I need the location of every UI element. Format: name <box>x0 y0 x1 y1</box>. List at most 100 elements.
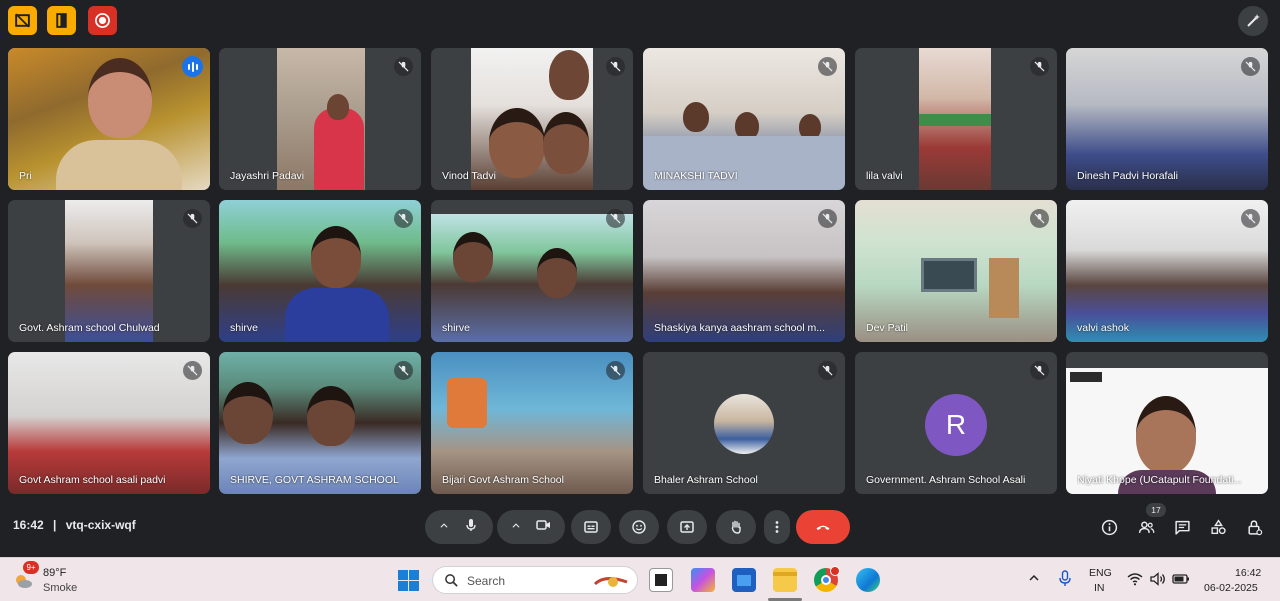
file-explorer-icon[interactable] <box>773 568 797 592</box>
mic-control-group[interactable] <box>425 510 493 544</box>
participant-name: SHIRVE, GOVT ASHRAM SCHOOL <box>230 474 399 486</box>
participant-name: Govt Ashram school asali padvi <box>19 474 166 486</box>
task-view-icon[interactable] <box>649 568 673 592</box>
participant-tile[interactable]: valvi ashok <box>1066 200 1268 342</box>
language-code[interactable]: ENG <box>1089 567 1112 579</box>
participant-tile[interactable]: R Government. Ashram School Asali <box>855 352 1057 494</box>
wall-banner <box>919 114 991 126</box>
participant-tile[interactable]: lila valvi <box>855 48 1057 190</box>
participant-name: lila valvi <box>866 170 903 182</box>
mic-off-icon <box>818 361 837 380</box>
activities-icon[interactable] <box>1208 517 1228 537</box>
participant-tile[interactable]: MINAKSHI TADVI <box>643 48 845 190</box>
hang-up-icon <box>816 525 830 530</box>
notification-dot <box>830 566 840 576</box>
chevron-up-icon[interactable] <box>439 518 449 536</box>
participant-tile[interactable]: Govt. Ashram school Chulwad <box>8 200 210 342</box>
captions-button[interactable] <box>571 510 611 544</box>
people-icon[interactable] <box>1136 517 1156 537</box>
participant-count-badge: 17 <box>1146 503 1166 517</box>
tray-chevron-up-icon[interactable] <box>1028 571 1040 589</box>
participant-tile[interactable]: Jayashri Padavi <box>219 48 421 190</box>
windows-start-icon[interactable] <box>398 570 419 591</box>
mic-off-icon <box>818 57 837 76</box>
present-screen-icon <box>680 521 694 533</box>
store-icon[interactable] <box>732 568 756 592</box>
host-controls-lock-icon[interactable] <box>1244 517 1264 537</box>
person-figure <box>683 102 709 132</box>
person-figure <box>88 58 152 138</box>
classroom-screen <box>921 258 977 292</box>
clock-time[interactable]: 16:42 <box>1235 567 1261 579</box>
camera-control-group[interactable] <box>497 510 565 544</box>
edge-icon[interactable] <box>856 568 880 592</box>
participant-tile[interactable]: shirve <box>431 200 633 342</box>
participant-tile[interactable]: Vinod Tadvi <box>431 48 633 190</box>
participant-tile[interactable]: SHIRVE, GOVT ASHRAM SCHOOL <box>219 352 421 494</box>
participant-name: Vinod Tadvi <box>442 170 496 182</box>
pen-sparkle-icon[interactable] <box>1238 6 1268 36</box>
microphone-tray-icon[interactable] <box>1058 570 1072 592</box>
participant-name: Pri <box>19 170 32 182</box>
participant-tile[interactable]: Bhaler Ashram School <box>643 352 845 494</box>
weather-desc: Smoke <box>43 582 78 594</box>
person-figure <box>311 226 361 288</box>
mic-off-icon <box>1241 209 1260 228</box>
microphone-icon[interactable] <box>463 517 479 538</box>
logo-icon <box>1070 372 1102 382</box>
captions-icon <box>584 521 598 533</box>
record-icon[interactable] <box>88 6 117 35</box>
taskbar-search[interactable]: Search <box>432 566 638 594</box>
participant-video <box>8 352 210 494</box>
meeting-info: 16:42 | vtq-cxix-wqf <box>13 518 136 532</box>
emoji-icon <box>632 520 646 534</box>
chat-icon[interactable] <box>1172 517 1192 537</box>
mic-off-icon <box>606 209 625 228</box>
participant-tile[interactable]: Pri <box>8 48 210 190</box>
participant-tile[interactable]: Bijari Govt Ashram School <box>431 352 633 494</box>
person-body <box>285 288 389 342</box>
participant-name: Dinesh Padvi Horafali <box>1077 170 1178 182</box>
leave-call-button[interactable] <box>796 510 850 544</box>
person-body <box>56 140 182 190</box>
participant-name: MINAKSHI TADVI <box>654 170 738 182</box>
mic-off-icon <box>1030 209 1049 228</box>
person-figure <box>307 386 355 446</box>
raise-hand-button[interactable] <box>716 510 756 544</box>
participant-name: shirve <box>442 322 471 334</box>
mic-off-icon <box>1030 57 1049 76</box>
copilot-icon[interactable] <box>691 568 715 592</box>
mic-off-icon <box>394 57 413 76</box>
battery-icon[interactable] <box>1172 572 1190 591</box>
mic-off-icon <box>818 209 837 228</box>
participant-name: Jayashri Padavi <box>230 170 305 182</box>
door-icon[interactable] <box>47 6 76 35</box>
present-button[interactable] <box>667 510 707 544</box>
info-icon[interactable] <box>1099 517 1119 537</box>
participant-tile[interactable]: Dev Patil <box>855 200 1057 342</box>
language-region: IN <box>1094 582 1105 594</box>
meeting-code: vtq-cxix-wqf <box>65 518 136 532</box>
top-bar <box>0 0 1280 44</box>
camera-icon[interactable] <box>535 517 551 538</box>
person-figure <box>549 50 589 100</box>
participant-tile[interactable]: Govt Ashram school asali padvi <box>8 352 210 494</box>
participant-tile[interactable]: Dinesh Padvi Horafali <box>1066 48 1268 190</box>
chevron-up-icon[interactable] <box>511 518 521 536</box>
person-figure <box>453 232 493 282</box>
participant-tile[interactable]: Niyati Khope (UCatapult Foundati... <box>1066 352 1268 494</box>
separator: | <box>53 518 57 532</box>
more-options-button[interactable] <box>764 510 790 544</box>
wifi-icon[interactable] <box>1127 572 1143 591</box>
mic-off-icon <box>183 361 202 380</box>
weather-badge: 9+ <box>23 561 39 574</box>
participant-tile[interactable]: shirve <box>219 200 421 342</box>
participant-name: Shaskiya kanya aashram school m... <box>654 322 825 334</box>
search-label: Search <box>467 574 506 588</box>
participant-avatar <box>714 394 774 454</box>
participant-tile[interactable]: Shaskiya kanya aashram school m... <box>643 200 845 342</box>
layout-icon[interactable] <box>8 6 37 35</box>
os-taskbar: 9+ 89°F Smoke Search ENG IN 16:42 06-02-… <box>0 557 1280 601</box>
volume-icon[interactable] <box>1150 572 1166 591</box>
emoji-button[interactable] <box>619 510 659 544</box>
